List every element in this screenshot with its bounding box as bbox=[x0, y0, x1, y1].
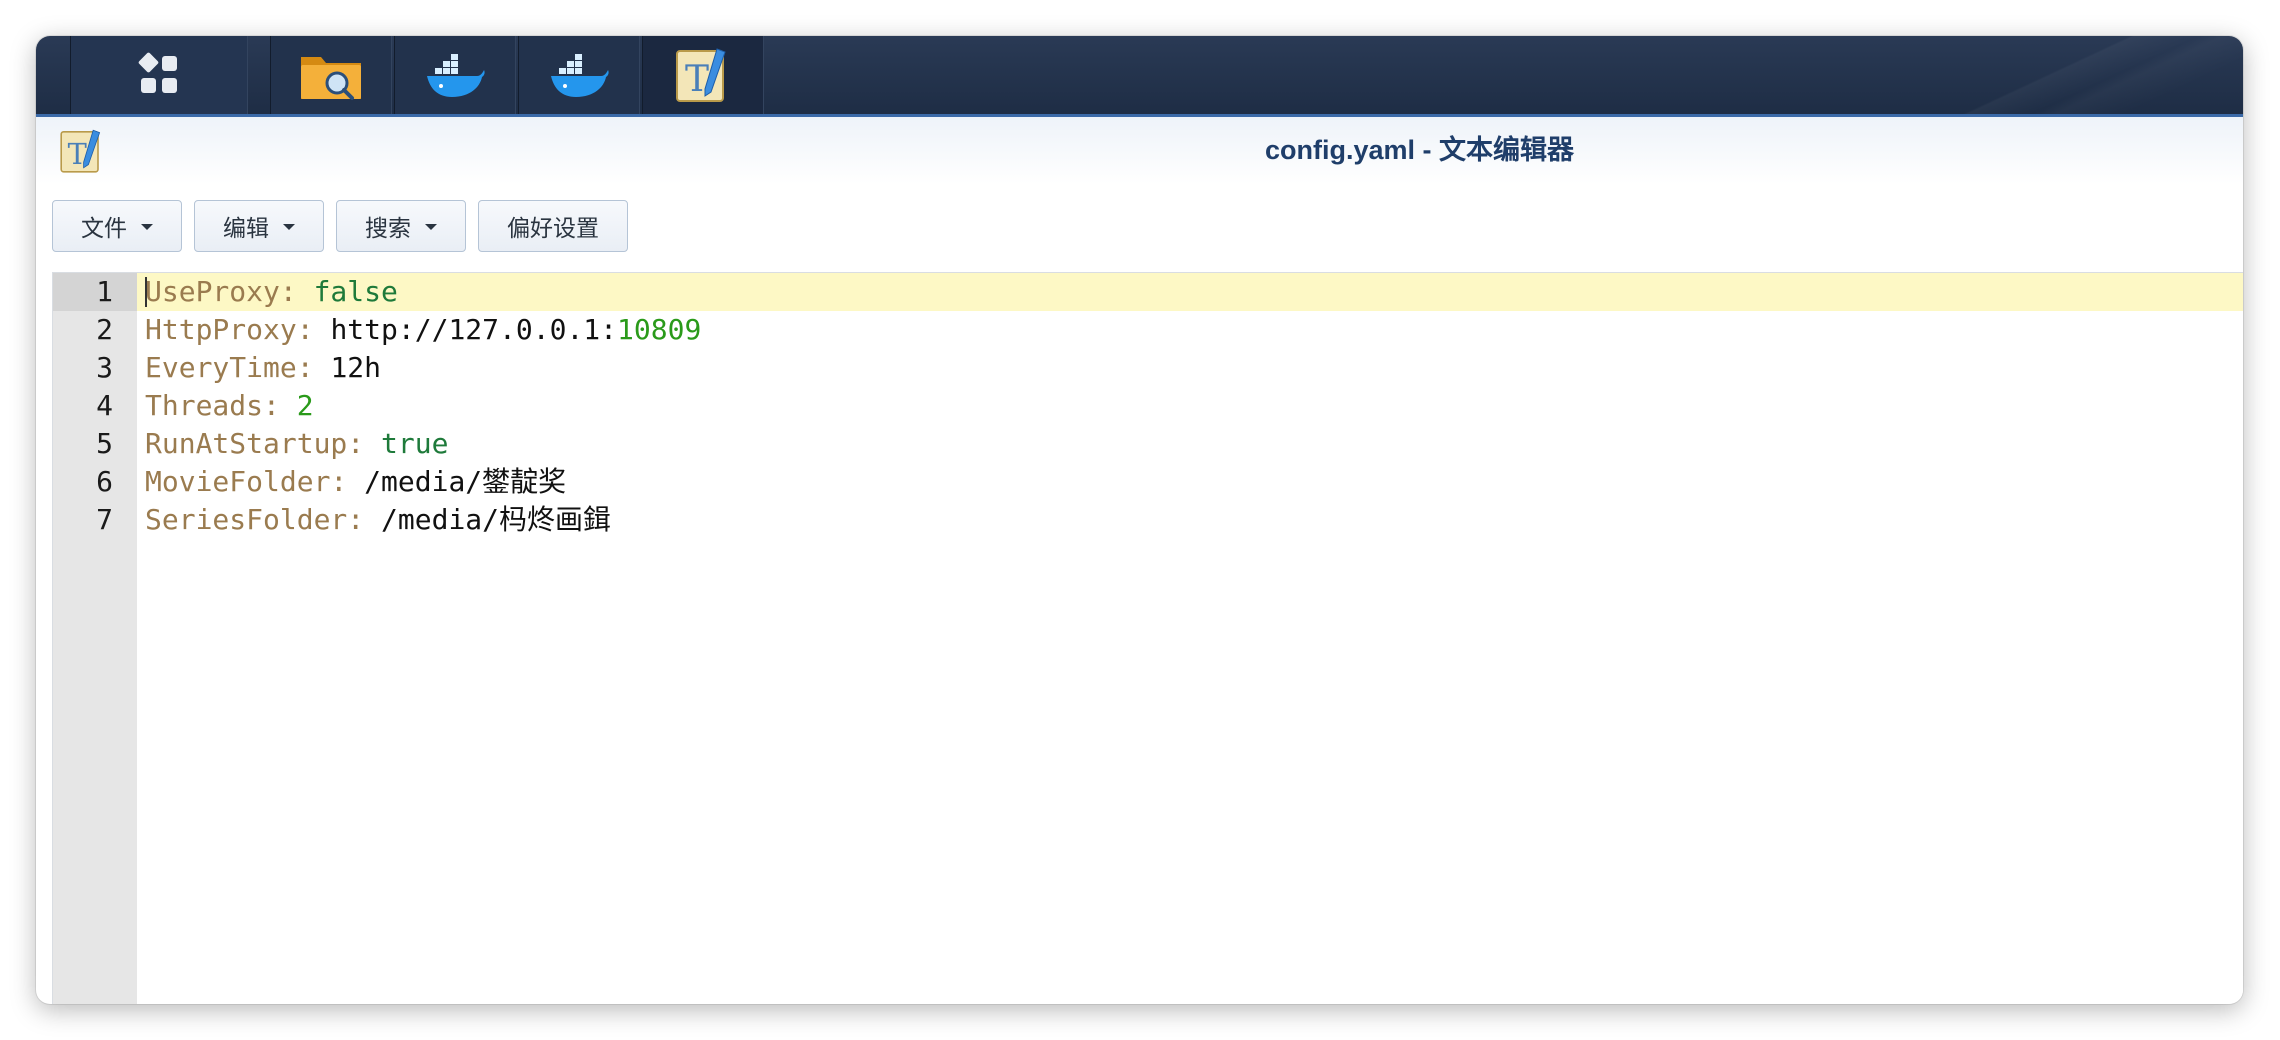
line-number: 2 bbox=[96, 313, 113, 346]
taskbar-item-docker[interactable] bbox=[394, 36, 516, 114]
text-editor-window: T T config.yaml - 文本编辑器 文件 编辑 搜索 偏好设置 1 … bbox=[36, 36, 2243, 1004]
main-menu-button[interactable] bbox=[70, 36, 248, 114]
code-line-4[interactable]: 4 Threads: 2 bbox=[53, 387, 2243, 425]
yaml-value: true bbox=[381, 427, 449, 460]
text-editor-icon: T bbox=[676, 48, 726, 102]
yaml-value: http://127.0.0.1: bbox=[330, 313, 618, 346]
line-number: 5 bbox=[96, 427, 113, 460]
yaml-value: /media/鐢靛奖 bbox=[364, 465, 567, 498]
taskbar-item-docker-2[interactable] bbox=[518, 36, 640, 114]
chevron-down-icon bbox=[425, 224, 437, 230]
line-number: 1 bbox=[53, 273, 137, 311]
yaml-value: /media/杩炵画鍓 bbox=[381, 503, 612, 536]
yaml-key: RunAtStartup: bbox=[145, 427, 365, 460]
code-line-6[interactable]: 6 MovieFolder: /media/鐢靛奖 bbox=[53, 463, 2243, 501]
toolbar: 文件 编辑 搜索 偏好设置 bbox=[52, 200, 628, 252]
file-station-icon bbox=[301, 57, 361, 100]
taskbar-item-file-station[interactable] bbox=[270, 36, 392, 114]
line-number: 6 bbox=[96, 465, 113, 498]
edit-menu-button[interactable]: 编辑 bbox=[194, 200, 324, 252]
yaml-key: EveryTime: bbox=[145, 351, 314, 384]
code-line-5[interactable]: 5 RunAtStartup: true bbox=[53, 425, 2243, 463]
yaml-value: 12h bbox=[330, 351, 382, 384]
search-menu-button[interactable]: 搜索 bbox=[336, 200, 466, 252]
yaml-key: UseProxy: bbox=[145, 275, 297, 308]
yaml-key: HttpProxy: bbox=[145, 313, 314, 346]
code-lines: 1 UseProxy: false 2 HttpProxy: http://12… bbox=[53, 273, 2243, 539]
code-line-1[interactable]: 1 UseProxy: false bbox=[53, 273, 2243, 311]
yaml-key: MovieFolder: bbox=[145, 465, 348, 498]
code-line-7[interactable]: 7 SeriesFolder: /media/杩炵画鍓 bbox=[53, 501, 2243, 539]
code-line-2[interactable]: 2 HttpProxy: http://127.0.0.1:10809 bbox=[53, 311, 2243, 349]
yaml-key: Threads: bbox=[145, 389, 280, 422]
window-title: config.yaml - 文本编辑器 bbox=[1264, 135, 1575, 165]
taskbar-item-text-editor[interactable]: T bbox=[642, 36, 764, 114]
file-menu-button[interactable]: 文件 bbox=[52, 200, 182, 252]
docker-icon bbox=[551, 54, 609, 97]
window-titlebar[interactable]: T config.yaml - 文本编辑器 bbox=[36, 117, 2243, 213]
code-editor[interactable]: 1 UseProxy: false 2 HttpProxy: http://12… bbox=[52, 272, 2243, 1004]
line-number: 7 bbox=[96, 503, 113, 536]
preferences-label: 偏好设置 bbox=[507, 215, 599, 241]
taskbar: T bbox=[36, 36, 2243, 117]
yaml-key: SeriesFolder: bbox=[145, 503, 365, 536]
yaml-value: false bbox=[313, 275, 398, 308]
chevron-down-icon bbox=[141, 224, 153, 230]
line-number: 4 bbox=[96, 389, 113, 422]
yaml-value: 2 bbox=[296, 389, 314, 422]
text-cursor bbox=[145, 277, 147, 307]
file-menu-label: 文件 bbox=[81, 215, 127, 241]
search-menu-label: 搜索 bbox=[365, 215, 411, 241]
main-menu-icon bbox=[138, 52, 177, 93]
line-number: 3 bbox=[96, 351, 113, 384]
yaml-value-port: 10809 bbox=[617, 313, 702, 346]
edit-menu-label: 编辑 bbox=[223, 215, 269, 241]
code-line-3[interactable]: 3 EveryTime: 12h bbox=[53, 349, 2243, 387]
docker-icon bbox=[427, 54, 485, 97]
chevron-down-icon bbox=[283, 224, 295, 230]
preferences-button[interactable]: 偏好设置 bbox=[478, 200, 628, 252]
